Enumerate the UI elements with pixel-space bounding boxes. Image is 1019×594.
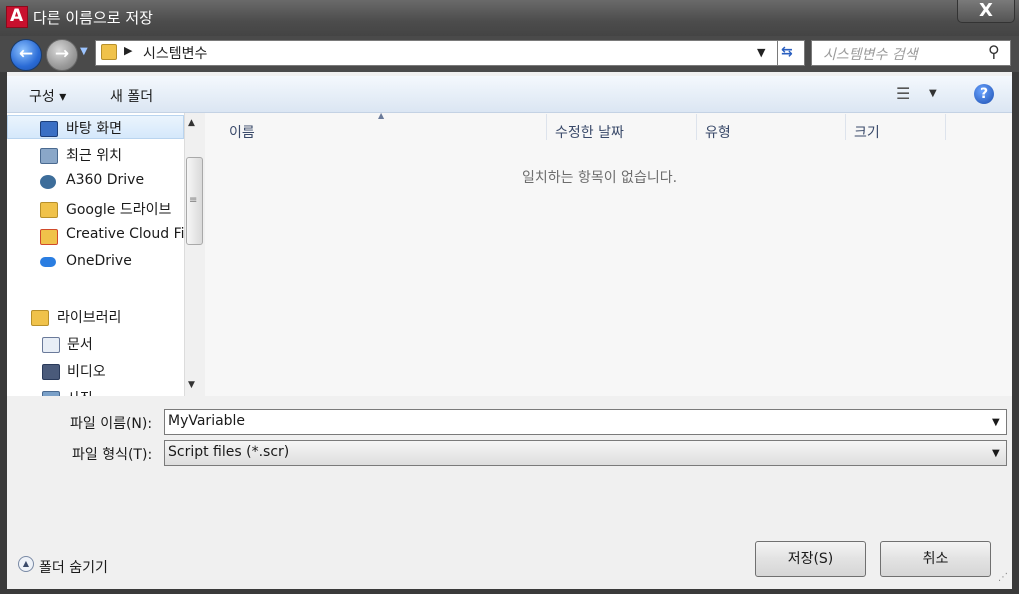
empty-list-message: 일치하는 항목이 없습니다. [522,170,678,186]
file-name-label: 파일 이름(N): [70,416,153,432]
nav-item-videos[interactable]: 비디오 [67,361,106,381]
creative-cloud-icon [40,229,58,245]
sort-ascending-icon: ▲ [378,111,385,120]
help-icon[interactable]: ? [974,84,994,104]
file-name-input[interactable] [164,409,1007,435]
address-dropdown-icon[interactable]: ▼ [757,46,765,59]
scroll-down-icon[interactable]: ▼ [188,380,195,390]
search-placeholder: 시스템변수 검색 [823,47,918,63]
folder-icon [101,44,117,60]
file-type-select[interactable] [164,440,1007,466]
command-toolbar [7,76,1012,113]
column-divider[interactable] [546,114,547,140]
nav-item-libraries[interactable]: 라이브러리 [57,307,121,327]
close-button[interactable]: X [957,0,1015,23]
scrollbar-grip-icon: ≡ [189,195,198,206]
file-type-value[interactable]: Script files (*.scr) [168,444,289,460]
view-options-icon[interactable]: ☰ [896,84,910,103]
collapse-up-icon[interactable]: ▲ [18,556,34,572]
file-name-value[interactable]: MyVariable [168,413,245,429]
forward-button[interactable]: → [46,39,78,71]
onedrive-icon [40,257,56,267]
nav-item-documents[interactable]: 문서 [67,334,93,354]
navigation-pane: 바탕 화면 최근 위치 A360 Drive Google 드라이브 Creat… [7,113,184,396]
nav-item-desktop[interactable]: 바탕 화면 [66,118,122,138]
column-header-date-modified[interactable]: 수정한 날짜 [555,122,624,142]
nav-item-pictures[interactable]: 사진 [67,388,93,396]
file-name-dropdown-icon[interactable]: ▼ [992,417,1000,428]
back-button[interactable]: ← [10,39,42,71]
nav-item-onedrive[interactable]: OneDrive [66,253,132,269]
search-icon[interactable]: ⚲ [988,42,1000,61]
cancel-button[interactable]: 취소 [880,541,991,577]
column-divider[interactable] [845,114,846,140]
scroll-up-icon[interactable]: ▲ [188,118,195,128]
resize-grip-icon[interactable]: ⋰ [998,572,1008,583]
window-title: 다른 이름으로 저장 [33,9,153,27]
recent-places-icon [40,148,58,164]
breadcrumb-arrow-icon[interactable]: ▶ [124,44,132,57]
pictures-icon [42,391,60,396]
breadcrumb-current[interactable]: 시스템변수 [143,43,207,63]
column-header-type[interactable]: 유형 [705,122,731,142]
new-folder-button[interactable]: 새 폴더 [110,86,153,106]
nav-item-recent-places[interactable]: 최근 위치 [66,145,122,165]
save-button[interactable]: 저장(S) [755,541,866,577]
autocad-logo-icon: A [6,6,28,28]
file-list[interactable] [205,113,1012,396]
column-divider[interactable] [696,114,697,140]
column-divider[interactable] [945,114,946,140]
documents-icon [42,337,60,353]
video-icon [42,364,60,380]
hide-folders-toggle[interactable]: 폴더 숨기기 [39,557,108,577]
nav-item-a360-drive[interactable]: A360 Drive [66,172,144,188]
google-drive-icon [40,202,58,218]
library-icon [31,310,49,326]
organize-menu[interactable]: 구성 ▾ [29,86,66,106]
file-type-label: 파일 형식(T): [72,447,153,463]
view-dropdown-icon[interactable]: ▼ [929,88,937,99]
recent-pages-dropdown-icon[interactable]: ▼ [80,46,88,57]
desktop-icon [40,121,58,137]
column-header-size[interactable]: 크기 [854,122,880,142]
a360-drive-icon [40,175,56,189]
nav-scrollbar[interactable] [184,113,205,396]
nav-item-google-drive[interactable]: Google 드라이브 [66,199,171,219]
column-header-name[interactable]: 이름 [229,122,255,142]
file-type-dropdown-icon[interactable]: ▼ [992,448,1000,459]
nav-item-creative-cloud[interactable]: Creative Cloud Fi [66,226,184,242]
refresh-icon: ⇆ [781,44,793,60]
